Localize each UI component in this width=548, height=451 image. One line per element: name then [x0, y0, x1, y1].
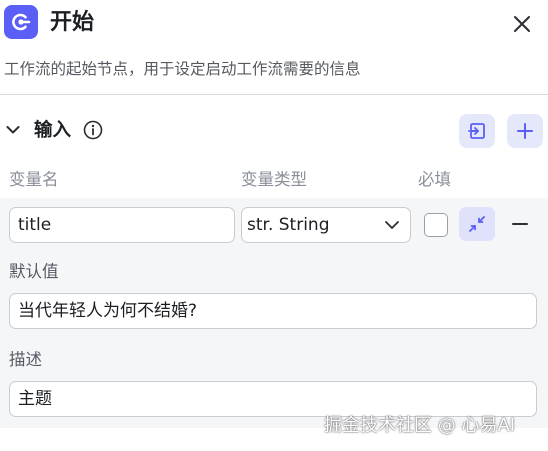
variable-type-select[interactable]: str. String — [241, 207, 411, 243]
info-icon[interactable] — [83, 120, 103, 140]
remove-variable-button[interactable] — [508, 212, 532, 236]
plus-icon — [517, 123, 533, 139]
default-value-label: 默认值 — [9, 262, 59, 281]
panel-title: 开始 — [50, 10, 95, 35]
import-variable-button[interactable] — [459, 114, 495, 148]
collapse-button[interactable] — [459, 207, 495, 241]
divider — [0, 94, 548, 95]
chevron-down-icon — [385, 221, 399, 229]
workflow-start-icon — [4, 5, 38, 39]
import-icon — [467, 123, 485, 139]
variable-name-input[interactable]: title — [9, 207, 235, 243]
close-button[interactable] — [508, 10, 536, 38]
node-description: 工作流的起始节点，用于设定启动工作流需要的信息 — [4, 60, 361, 78]
description-label: 描述 — [9, 350, 42, 369]
column-header-required: 必填 — [418, 170, 451, 189]
chevron-down-icon[interactable] — [4, 121, 22, 139]
required-checkbox[interactable] — [424, 213, 448, 237]
input-section-title: 输入 — [34, 120, 72, 141]
column-header-name: 变量名 — [9, 170, 59, 189]
column-header-type: 变量类型 — [241, 170, 307, 189]
collapse-icon — [469, 216, 485, 232]
close-icon — [514, 16, 530, 32]
input-section-header: 输入 — [0, 112, 548, 150]
description-input[interactable]: 主题 — [9, 381, 537, 417]
add-variable-button[interactable] — [507, 114, 543, 148]
panel-header: 开始 — [0, 0, 548, 50]
watermark: 掘金技术社区 @ 心易AI — [324, 415, 516, 436]
minus-icon — [512, 223, 528, 225]
default-value-input[interactable]: 当代年轻人为何不结婚? — [9, 293, 537, 329]
variable-type-value: str. String — [247, 215, 330, 235]
